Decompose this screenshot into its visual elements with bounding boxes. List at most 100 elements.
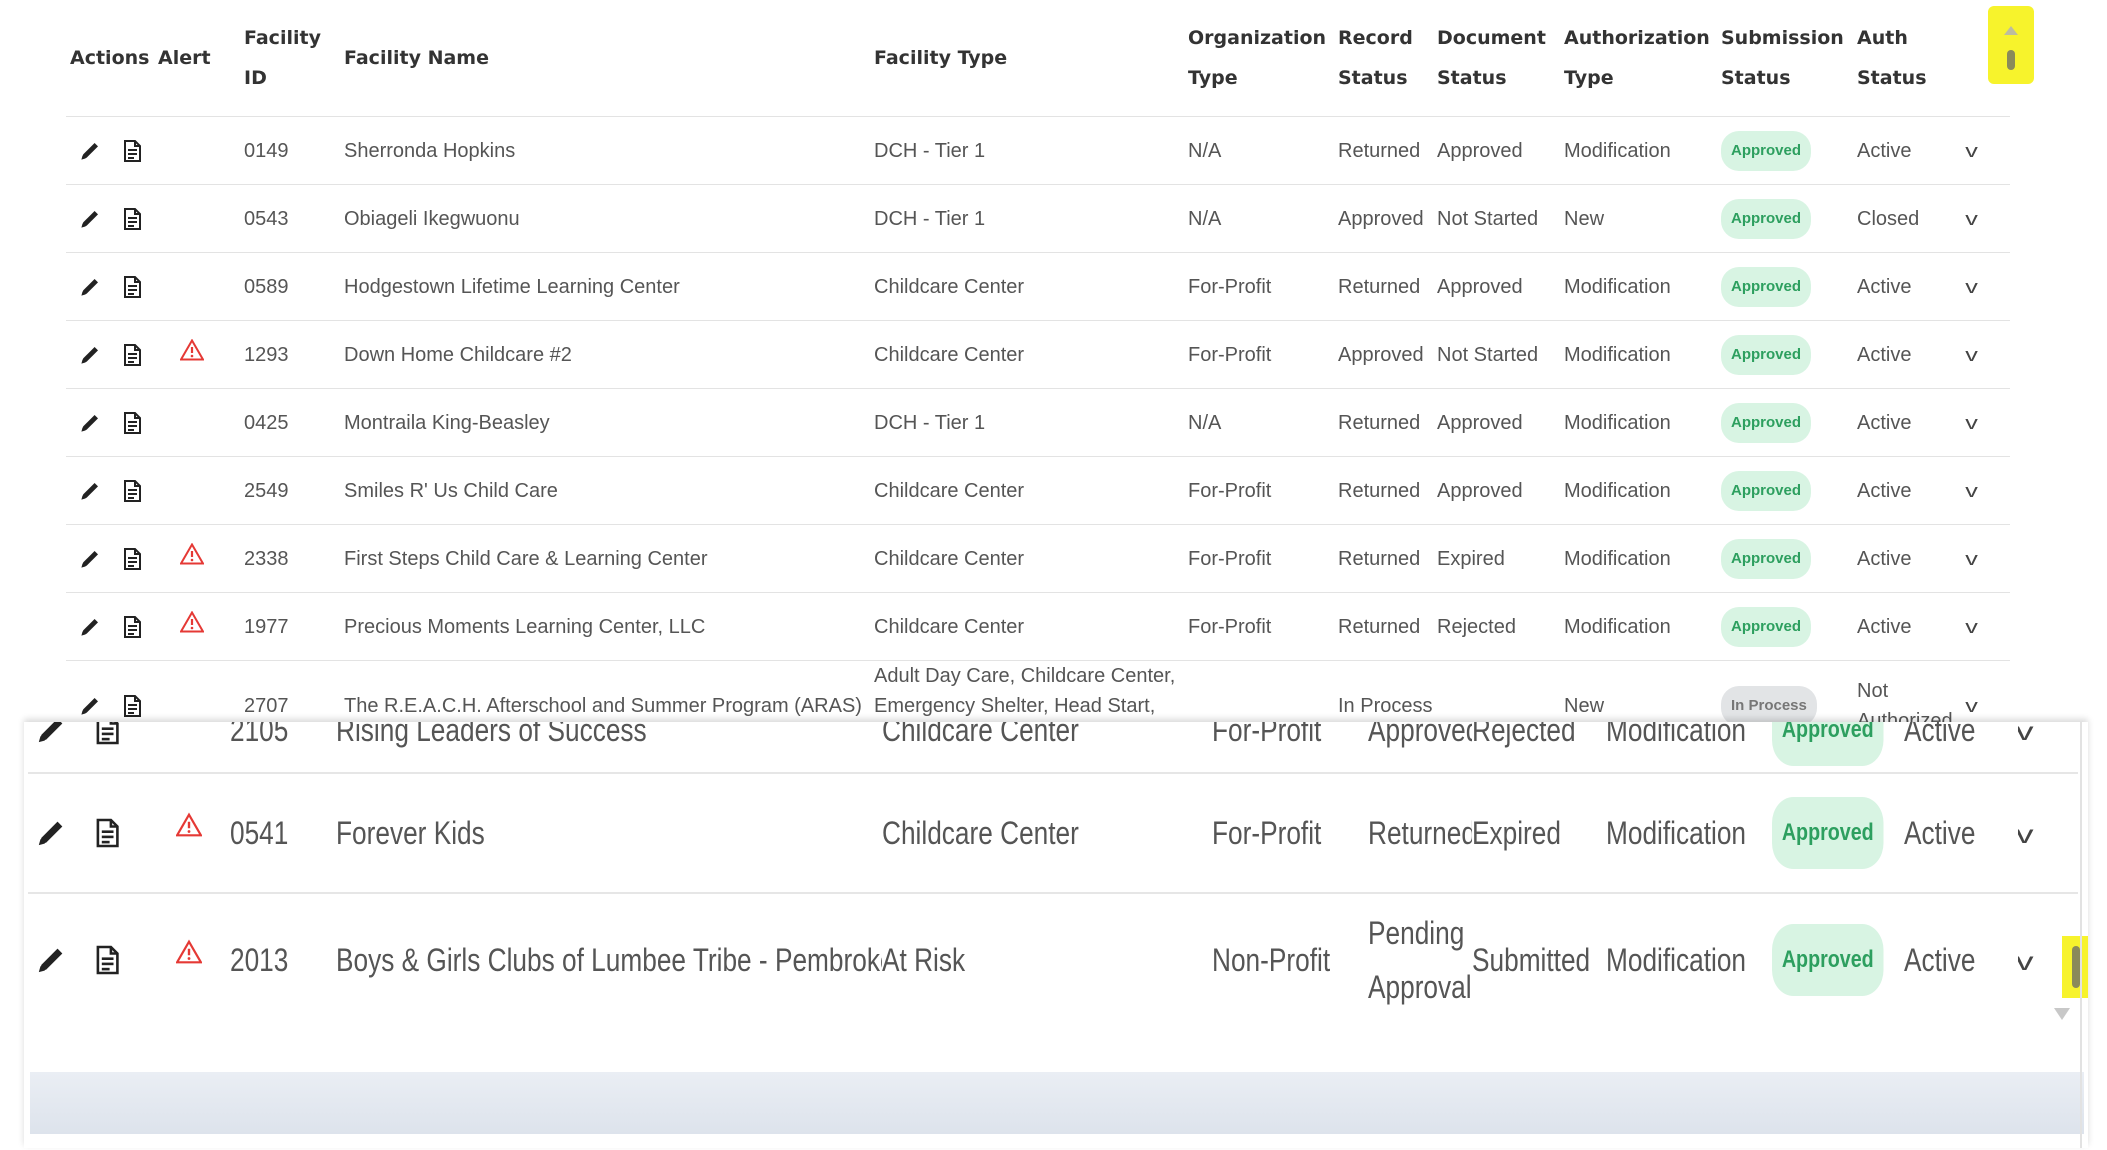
warning-triangle-icon[interactable]	[176, 806, 202, 844]
document-status-cell: Rejected	[1433, 592, 1560, 661]
table-row[interactable]: 0543 Obiageli Ikegwuonu DCH - Tier 1 N/A App…	[66, 184, 2010, 253]
pencil-icon[interactable]	[78, 694, 102, 718]
column-header[interactable]: Actions	[66, 0, 154, 117]
scrollbar-thumb[interactable]	[2007, 50, 2015, 70]
column-header[interactable]: Organization Type	[1184, 0, 1334, 117]
document-status-cell-text: Approved	[1437, 411, 1523, 434]
auth-status-cell-text: Active	[1904, 722, 1976, 748]
pencil-icon[interactable]	[78, 139, 102, 163]
scroll-down-arrow-icon[interactable]	[2054, 1008, 2070, 1020]
chevron-down-icon[interactable]: v	[1965, 272, 1978, 302]
pencil-icon[interactable]	[78, 411, 102, 435]
document-icon[interactable]	[122, 275, 142, 299]
table-row[interactable]: 2549 Smiles R' Us Child Care Childcare Cen…	[66, 456, 2010, 525]
document-icon[interactable]	[94, 722, 120, 748]
auth-status-cell-text: Closed	[1857, 207, 1920, 230]
document-icon[interactable]	[94, 815, 120, 851]
column-header[interactable]: Document Status	[1433, 0, 1560, 117]
pencil-icon[interactable]	[78, 615, 102, 639]
auth-status-cell-text: Active	[1857, 479, 1912, 502]
table-row[interactable]: 1977 Precious Moments Learning Center, LL…	[66, 592, 2010, 661]
chevron-down-icon[interactable]: v	[2018, 722, 2034, 758]
scroll-up-arrow-icon[interactable]	[2004, 26, 2018, 35]
vertical-scrollbar-top[interactable]	[1988, 6, 2034, 84]
table-row[interactable]: 2338 First Steps Child Care & Learning Ce…	[66, 524, 2010, 593]
auth-status-cell-text: Active	[1857, 547, 1912, 570]
column-header[interactable]: Alert	[154, 0, 240, 117]
column-header[interactable]: Authorization Type	[1560, 0, 1717, 117]
auth-status-cell: Active	[1853, 116, 1963, 185]
column-header[interactable]: Facility Name	[340, 0, 870, 117]
column-header[interactable]: Record Status	[1334, 0, 1433, 117]
chevron-down-icon[interactable]: v	[1965, 544, 1978, 574]
pencil-icon[interactable]	[78, 343, 102, 367]
facility-id-cell-text: 0149	[244, 139, 289, 162]
table-row[interactable]: 0149 Sherronda Hopkins DCH - Tier 1 N/A Retu…	[66, 116, 2010, 185]
organization-type-cell-text: For-Profit	[1188, 343, 1272, 366]
zoomed-table-row[interactable]: 2105 Rising Leaders of Success Childcare C…	[28, 722, 2078, 774]
scrollbar-thumb[interactable]	[2072, 946, 2080, 988]
table-row[interactable]: 0425 Montraila King-Beasley DCH - Tier 1 N/…	[66, 388, 2010, 457]
authorization-type-cell: New	[1560, 184, 1717, 253]
row-actions	[70, 479, 154, 503]
pencil-icon[interactable]	[78, 207, 102, 231]
table-row[interactable]: 2707 The R.E.A.C.H. Afterschool and Summe…	[66, 660, 2010, 722]
zoomed-table-row[interactable]: 0541 Forever Kids Childcare Center For-Prof…	[28, 773, 2078, 894]
column-header-label-line2: ID	[244, 67, 267, 89]
document-icon[interactable]	[122, 207, 142, 231]
submission-status-cell: Approved	[1717, 456, 1853, 525]
column-header[interactable]: Facility Type	[870, 0, 1184, 117]
document-icon[interactable]	[122, 139, 142, 163]
warning-triangle-icon[interactable]	[176, 933, 202, 971]
table-row[interactable]: 1293 Down Home Childcare #2 Childcare Cent…	[66, 320, 2010, 389]
facility-id-cell: 2338	[240, 524, 340, 593]
column-header[interactable]: Auth Status	[1853, 0, 1963, 117]
organization-type-cell: For-Profit	[1212, 773, 1368, 894]
warning-triangle-icon[interactable]	[180, 611, 204, 633]
record-status-cell: Returned	[1334, 524, 1433, 593]
document-icon[interactable]	[122, 694, 142, 718]
chevron-down-icon[interactable]: v	[1965, 476, 1978, 506]
chevron-down-icon[interactable]: v	[1965, 408, 1978, 438]
zoomed-table-row[interactable]: 2013 Boys & Girls Clubs of Lumbee Tribe -…	[28, 893, 2078, 1026]
facility-id-cell: 0589	[240, 252, 340, 321]
facility-type-cell-text: Adult Day Care, Childcare Center, Emerge…	[874, 665, 1176, 717]
vertical-scrollbar-bottom[interactable]	[2062, 936, 2088, 998]
document-icon[interactable]	[122, 343, 142, 367]
alert-cell	[154, 252, 240, 321]
actions-cell	[66, 592, 154, 661]
chevron-down-icon[interactable]: v	[1965, 691, 1978, 721]
facility-table: Actions Alert Facility ID Facility Name Facil…	[66, 0, 2010, 722]
record-status-cell: Returned	[1334, 116, 1433, 185]
pencil-icon[interactable]	[78, 479, 102, 503]
table-row[interactable]: 0589 Hodgestown Lifetime Learning Center C…	[66, 252, 2010, 321]
row-actions	[70, 411, 154, 435]
record-status-cell-text: Pending Approval	[1368, 915, 1472, 1005]
chevron-down-icon[interactable]: v	[1965, 136, 1978, 166]
pencil-icon[interactable]	[78, 275, 102, 299]
facility-name-cell: Boys & Girls Clubs of Lumbee Tribe - Pem…	[336, 893, 882, 1026]
document-icon[interactable]	[122, 547, 142, 571]
chevron-down-icon[interactable]: v	[2018, 934, 2034, 988]
pencil-icon[interactable]	[34, 722, 68, 747]
column-header[interactable]: Submission Status	[1717, 0, 1853, 117]
chevron-down-icon[interactable]: v	[1965, 340, 1978, 370]
warning-triangle-icon[interactable]	[180, 339, 204, 361]
pencil-icon[interactable]	[34, 816, 68, 850]
chevron-down-icon[interactable]: v	[2018, 807, 2034, 861]
chevron-down-icon[interactable]: v	[1965, 204, 1978, 234]
document-icon[interactable]	[94, 942, 120, 978]
pencil-icon[interactable]	[78, 547, 102, 571]
document-icon[interactable]	[122, 479, 142, 503]
warning-triangle-icon[interactable]	[180, 543, 204, 565]
pencil-icon[interactable]	[34, 943, 68, 977]
facility-id-cell-text: 2549	[244, 479, 289, 502]
column-header[interactable]: Facility ID	[240, 0, 340, 117]
record-status-cell: Returned	[1334, 592, 1433, 661]
document-icon[interactable]	[122, 615, 142, 639]
submission-status-cell: Approved	[1772, 893, 1904, 1026]
chevron-down-icon[interactable]: v	[1965, 612, 1978, 642]
organization-type-cell: For-Profit	[1184, 524, 1334, 593]
document-icon[interactable]	[122, 411, 142, 435]
expand-cell: v	[1963, 320, 2010, 389]
